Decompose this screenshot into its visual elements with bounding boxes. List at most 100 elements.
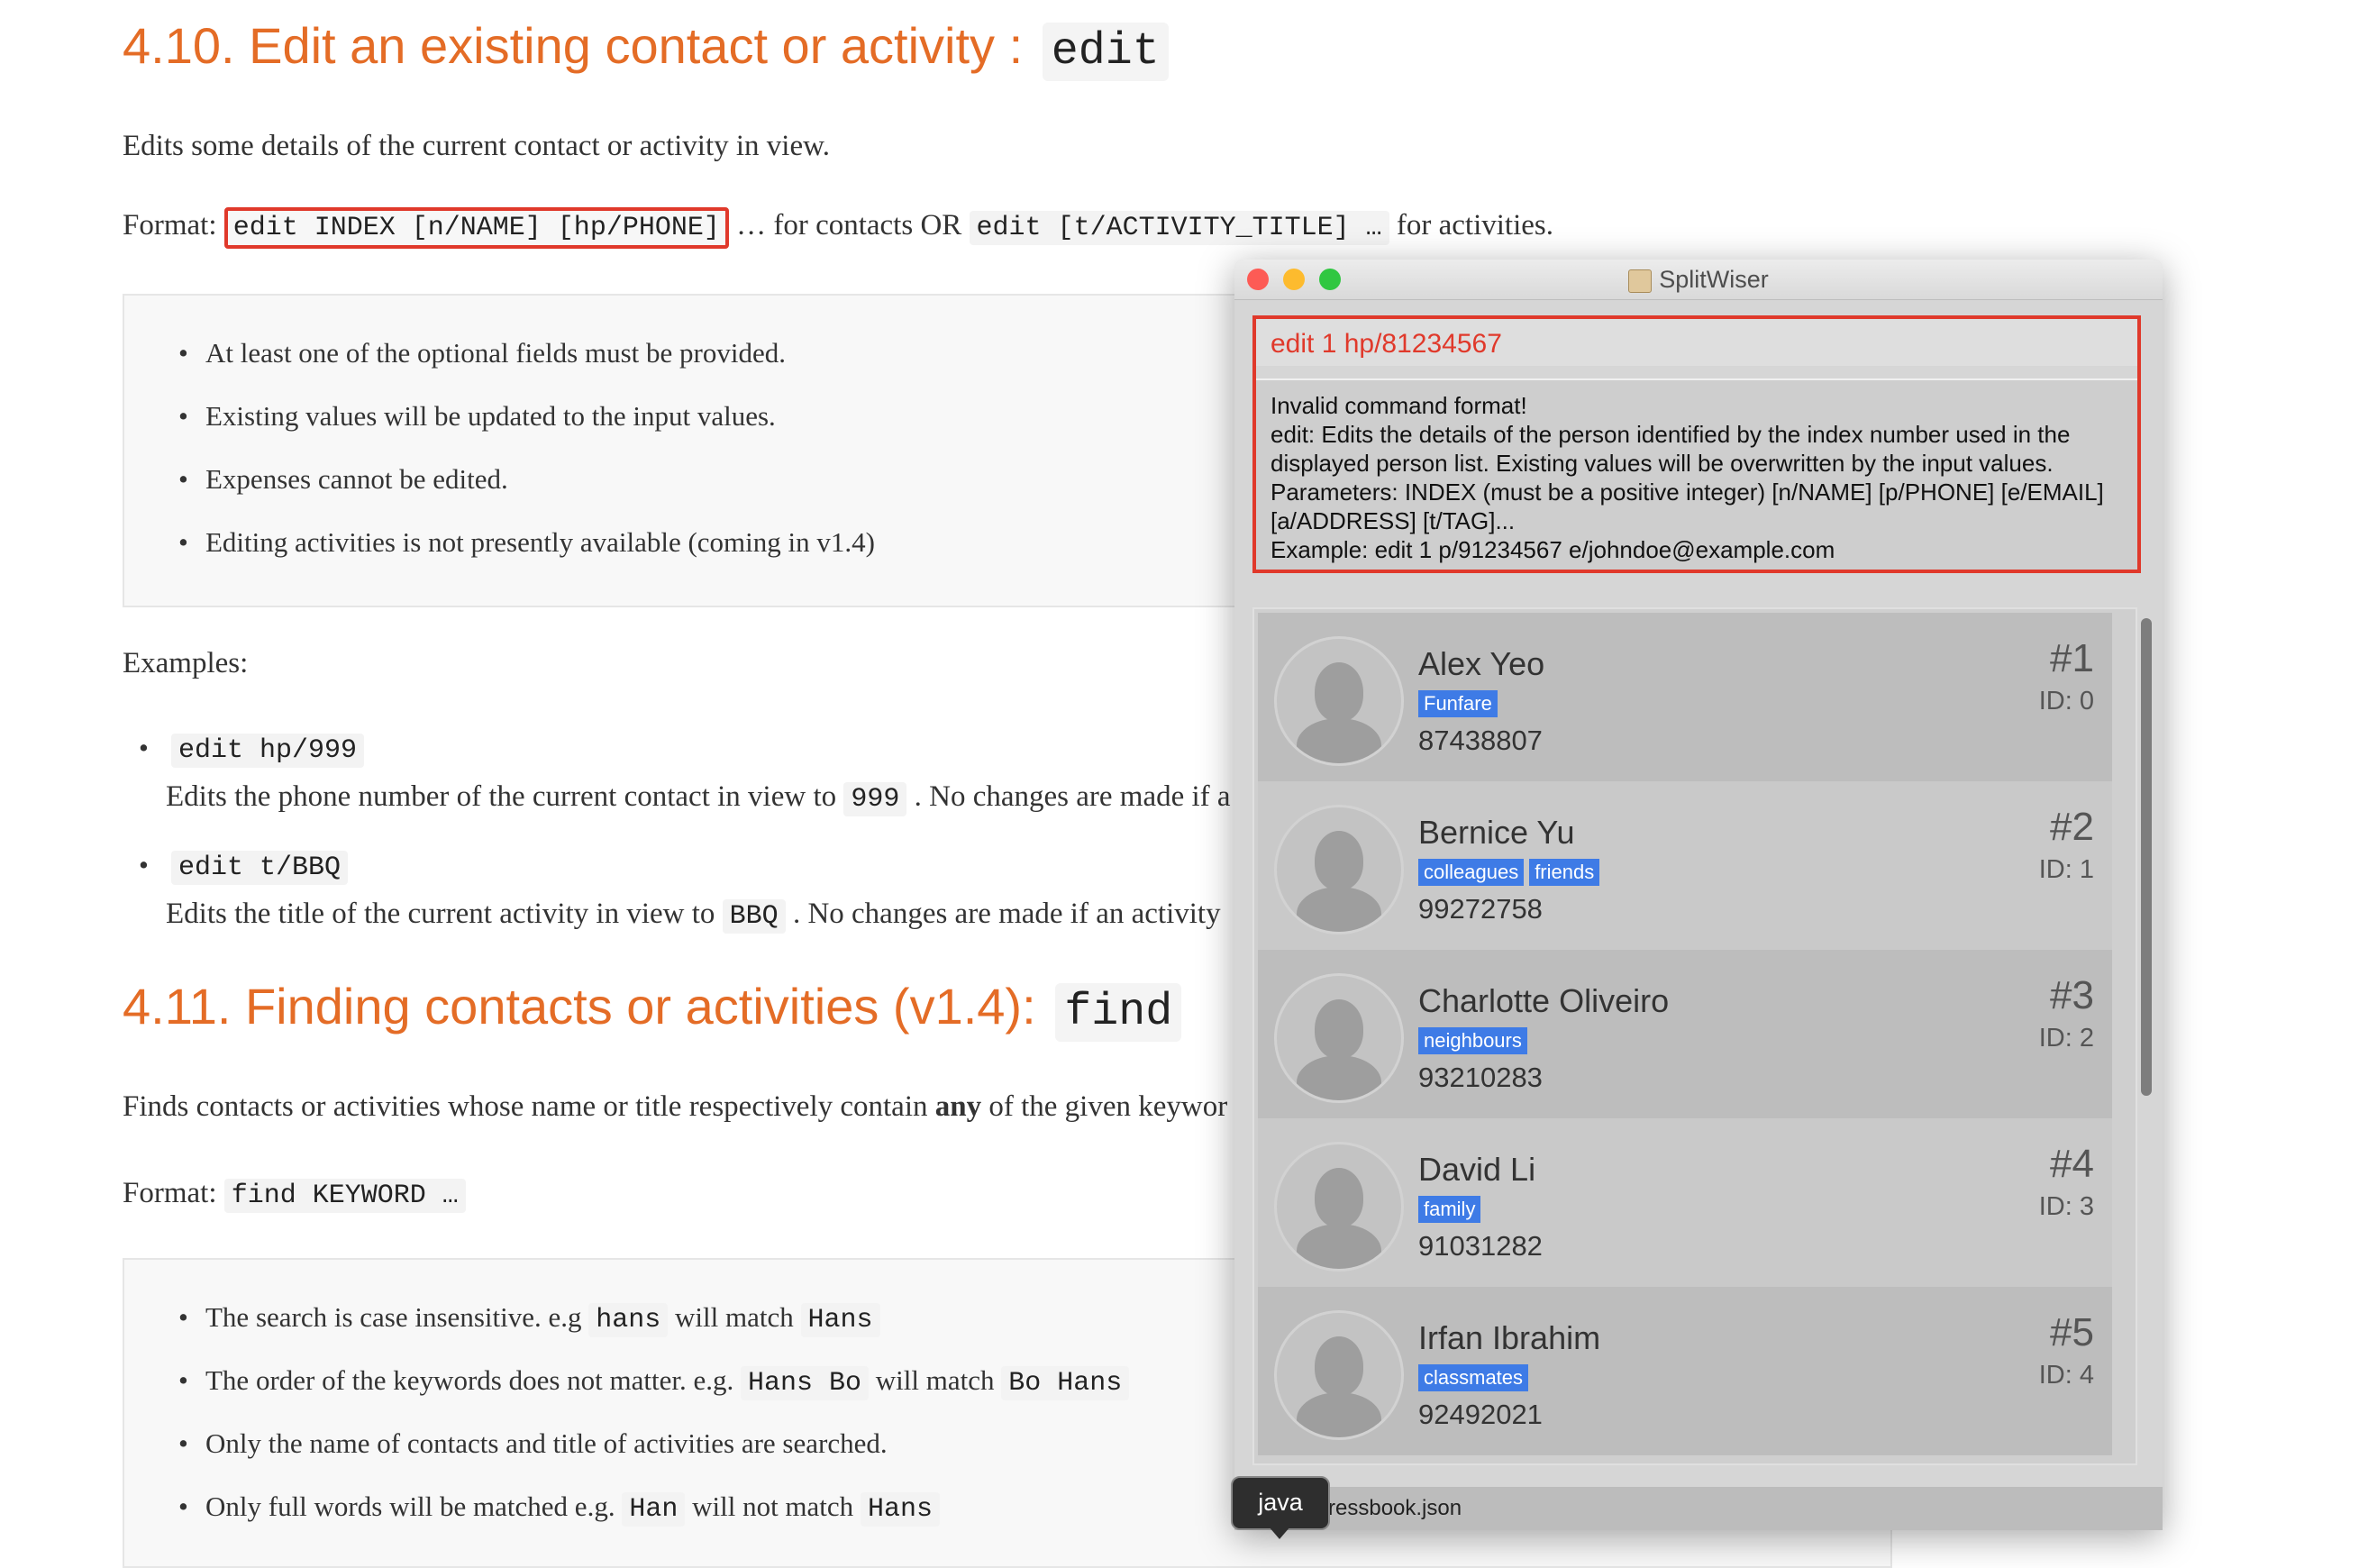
find-desc-tail: of the given keywor bbox=[981, 1090, 1228, 1123]
section-4-10-title-code: edit bbox=[1042, 23, 1169, 81]
edit-note-4: Editing activities is not presently avai… bbox=[178, 526, 875, 559]
find-note-4-text: Only full words will be matched e.g. bbox=[205, 1491, 623, 1522]
section-4-11-description: Finds contacts or activities whose name … bbox=[123, 1090, 1227, 1124]
find-note-1-mid: will match bbox=[668, 1301, 801, 1333]
example-1-head: edit hp/999 bbox=[139, 732, 365, 768]
person-name: Bernice Yu bbox=[1418, 814, 1575, 851]
find-note-1-text: The search is case insensitive. e.g bbox=[205, 1301, 589, 1333]
find-note-2-code-b: Bo Hans bbox=[1001, 1366, 1130, 1400]
person-phone: 99272758 bbox=[1418, 893, 1543, 925]
find-note-4: Only full words will be matched e.g. Han… bbox=[178, 1491, 940, 1527]
example-2-desc-tail: . No changes are made if an activity bbox=[785, 898, 1221, 930]
person-id: ID: 4 bbox=[2038, 1361, 2094, 1390]
person-index: #3 bbox=[2050, 973, 2094, 1017]
person-name: Alex Yeo bbox=[1418, 645, 1545, 682]
person-index: #5 bbox=[2050, 1310, 2094, 1354]
examples-label: Examples: bbox=[123, 647, 249, 679]
edit-contact-format-code: edit INDEX [n/NAME] [hp/PHONE] bbox=[223, 207, 729, 249]
example-2-desc-code: BBQ bbox=[722, 899, 786, 934]
person-index: #1 bbox=[2050, 636, 2094, 680]
tag-badge: Funfare bbox=[1418, 690, 1498, 717]
find-note-2-mid: will match bbox=[869, 1364, 1002, 1396]
avatar bbox=[1274, 1310, 1404, 1440]
person-phone: 92492021 bbox=[1418, 1399, 1543, 1430]
find-note-1: The search is case insensitive. e.g hans… bbox=[178, 1301, 880, 1337]
example-1-code: edit hp/999 bbox=[171, 734, 365, 768]
splitwiser-window: SplitWiser edit 1 hp/81234567 Invalid co… bbox=[1234, 260, 2163, 1530]
format-end-text: for activities. bbox=[1389, 209, 1553, 242]
result-text: Invalid command format! edit: Edits the … bbox=[1256, 378, 2137, 570]
person-phone: 87438807 bbox=[1418, 725, 1543, 756]
format-label: Format: bbox=[123, 209, 224, 242]
example-1-desc-code: 999 bbox=[843, 782, 907, 816]
person-id: ID: 2 bbox=[2038, 1024, 2094, 1053]
person-card[interactable]: Irfan Ibrahim classmates 92492021 #5 ID:… bbox=[1258, 1287, 2112, 1455]
storage-file-path: ressbook.json bbox=[1328, 1496, 1462, 1520]
person-tags: colleagues friends bbox=[1418, 859, 1605, 886]
example-1-desc-text: Edits the phone number of the current co… bbox=[166, 780, 844, 813]
person-id: ID: 0 bbox=[2038, 687, 2094, 716]
person-id: ID: 1 bbox=[2038, 855, 2094, 884]
find-note-4-mid: will not match bbox=[685, 1491, 861, 1522]
person-name: David Li bbox=[1418, 1151, 1536, 1188]
tooltip-arrow-icon bbox=[1269, 1527, 1290, 1539]
avatar bbox=[1274, 805, 1404, 934]
person-index: #2 bbox=[2050, 805, 2094, 849]
person-card[interactable]: Charlotte Oliveiro neighbours 93210283 #… bbox=[1258, 950, 2112, 1118]
find-note-3-text: Only the name of contacts and title of a… bbox=[205, 1427, 888, 1459]
person-card[interactable]: Alex Yeo Funfare 87438807 #1 ID: 0 bbox=[1258, 613, 2112, 781]
dock-tooltip: java bbox=[1231, 1476, 1330, 1530]
window-title-text: SplitWiser bbox=[1659, 266, 1769, 293]
person-index: #4 bbox=[2050, 1142, 2094, 1186]
avatar bbox=[1274, 636, 1404, 766]
section-4-11-title-text: 4.11. Finding contacts or activities (v1… bbox=[123, 978, 1051, 1035]
person-list-scrollbar[interactable] bbox=[2141, 618, 2152, 1096]
find-note-2: The order of the keywords does not matte… bbox=[178, 1364, 1130, 1400]
find-note-4-code-b: Hans bbox=[860, 1492, 940, 1527]
person-name: Charlotte Oliveiro bbox=[1418, 982, 1670, 1019]
edit-note-1: At least one of the optional fields must… bbox=[178, 337, 786, 369]
app-document-icon bbox=[1628, 269, 1653, 293]
window-title: SplitWiser bbox=[1234, 266, 2163, 294]
person-tags: neighbours bbox=[1418, 1027, 1533, 1054]
edit-note-3: Expenses cannot be edited. bbox=[178, 463, 508, 496]
person-list[interactable]: Alex Yeo Funfare 87438807 #1 ID: 0 Berni… bbox=[1252, 607, 2137, 1465]
section-4-10-title-text: 4.10. Edit an existing contact or activi… bbox=[123, 17, 1037, 74]
example-1-description: Edits the phone number of the current co… bbox=[166, 780, 1231, 816]
person-tags: classmates bbox=[1418, 1364, 1534, 1391]
example-2-description: Edits the title of the current activity … bbox=[166, 898, 1221, 934]
find-note-1-code-b: Hans bbox=[800, 1303, 880, 1337]
command-box[interactable]: edit 1 hp/81234567 bbox=[1252, 315, 2141, 366]
result-display: Invalid command format! edit: Edits the … bbox=[1252, 366, 2141, 573]
person-id: ID: 3 bbox=[2038, 1192, 2094, 1221]
example-2-desc-text: Edits the title of the current activity … bbox=[166, 898, 723, 930]
section-4-10-description: Edits some details of the current contac… bbox=[123, 130, 831, 162]
section-4-11-title-code: find bbox=[1055, 983, 1182, 1042]
find-note-1-code-a: hans bbox=[588, 1303, 669, 1337]
tag-badge: classmates bbox=[1418, 1364, 1529, 1391]
tag-badge: friends bbox=[1529, 859, 1600, 886]
example-2-code: edit t/BBQ bbox=[171, 851, 349, 885]
person-phone: 91031282 bbox=[1418, 1230, 1543, 1262]
edit-note-2: Existing values will be updated to the i… bbox=[178, 400, 776, 433]
find-note-2-text: The order of the keywords does not matte… bbox=[205, 1364, 741, 1396]
window-titlebar[interactable]: SplitWiser bbox=[1234, 260, 2163, 300]
find-format-code: find KEYWORD … bbox=[223, 1179, 466, 1213]
format-middle-text: … for contacts OR bbox=[728, 209, 970, 242]
person-tags: Funfare bbox=[1418, 690, 1503, 717]
find-desc-text: Finds contacts or activities whose name … bbox=[123, 1090, 935, 1123]
find-desc-bold: any bbox=[934, 1090, 982, 1123]
avatar bbox=[1274, 973, 1404, 1103]
person-name: Irfan Ibrahim bbox=[1418, 1319, 1601, 1356]
avatar bbox=[1274, 1142, 1404, 1272]
person-phone: 93210283 bbox=[1418, 1062, 1543, 1093]
example-1-desc-tail: . No changes are made if a bbox=[906, 780, 1231, 813]
find-note-4-code-a: Han bbox=[622, 1492, 686, 1527]
tag-badge: neighbours bbox=[1418, 1027, 1527, 1054]
find-format-label: Format: bbox=[123, 1177, 224, 1209]
person-card[interactable]: Bernice Yu colleagues friends 99272758 #2… bbox=[1258, 781, 2112, 950]
tag-badge: family bbox=[1418, 1196, 1481, 1223]
tag-badge: colleagues bbox=[1418, 859, 1525, 886]
edit-notes-box: At least one of the optional fields must… bbox=[123, 294, 1290, 607]
person-card[interactable]: David Li family 91031282 #4 ID: 3 bbox=[1258, 1118, 2112, 1287]
